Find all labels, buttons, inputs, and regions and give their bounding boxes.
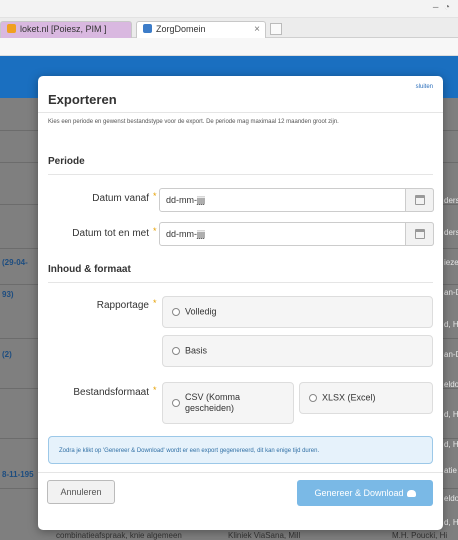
calendar-icon — [415, 195, 425, 205]
tab-zorgdomein[interactable]: ZorgDomein × — [136, 21, 266, 38]
browser-titlebar: – ◔ — [0, 0, 458, 18]
background-cell: ders — [444, 228, 458, 237]
required-mark: * — [153, 385, 157, 395]
format-option-xlsx[interactable]: XLSX (Excel) — [299, 382, 433, 414]
browser-tabbar: loket.nl [Poiesz, PIM ] ZorgDomein × — [0, 18, 458, 38]
date-from-calendar-button[interactable] — [405, 188, 434, 212]
rapportage-option-volledig[interactable]: Volledig — [162, 296, 433, 328]
export-modal: sluiten Exporteren Kies een periode en g… — [38, 76, 443, 530]
section-divider — [48, 174, 433, 175]
required-mark: * — [153, 298, 157, 308]
section-periode-title: Periode — [48, 156, 85, 167]
background-cell: d, Hi — [444, 440, 458, 449]
background-cell: 93) — [2, 290, 14, 299]
cloud-download-icon — [406, 490, 416, 497]
date-from-input[interactable] — [159, 188, 434, 212]
option-label: Volledig — [185, 306, 217, 317]
tab-zorgdomein-label: ZorgDomein — [156, 24, 206, 34]
background-cell: ieze — [444, 258, 458, 267]
required-mark: * — [153, 191, 157, 201]
title-divider — [38, 112, 443, 113]
rapportage-label: Rapportage — [96, 300, 149, 311]
close-link[interactable]: sluiten — [416, 84, 433, 90]
required-mark: * — [153, 226, 157, 236]
background-cell: an-D — [444, 350, 458, 359]
background-cell: M.H. Poucki, Hi — [392, 531, 448, 540]
tab-loket[interactable]: loket.nl [Poiesz, PIM ] — [0, 21, 132, 38]
date-to-input[interactable] — [159, 222, 434, 246]
intro-text: Kies een periode en gewenst bestandstype… — [48, 119, 339, 125]
radio-icon[interactable] — [172, 347, 180, 355]
radio-icon[interactable] — [309, 394, 317, 402]
generate-button-label: Genereer & Download — [314, 488, 404, 498]
option-label: Basis — [185, 345, 208, 356]
background-cell: atie — [444, 466, 457, 475]
window-controls-icon[interactable]: – ◔ — [433, 2, 450, 13]
format-label: Bestandsformaat — [73, 387, 149, 398]
option-label: XLSX (Excel) — [322, 392, 376, 403]
format-option-csv[interactable]: CSV (Komma gescheiden) — [162, 382, 294, 424]
cancel-button[interactable]: Annuleren — [47, 480, 115, 504]
generate-download-button[interactable]: Genereer & Download — [297, 480, 433, 506]
background-cell: 8-11-195 — [2, 470, 34, 479]
background-cell: Kliniek ViaSana, Mill — [228, 531, 301, 540]
background-cell: combinatieafspraak, knie algemeen — [56, 531, 182, 540]
background-cell: d, Hi — [444, 518, 458, 527]
section-inhoud-title: Inhoud & formaat — [48, 264, 131, 275]
background-cell: eldo — [444, 494, 458, 503]
background-cell: eldo — [444, 380, 458, 389]
background-cell: d, Hi — [444, 320, 458, 329]
background-cell: an-D — [444, 288, 458, 297]
date-to-label: Datum tot en met — [72, 228, 149, 239]
date-from-label: Datum vanaf — [92, 193, 149, 204]
tab-loket-label: loket.nl [Poiesz, PIM ] — [20, 24, 107, 34]
modal-title: Exporteren — [48, 92, 117, 107]
date-to-calendar-button[interactable] — [405, 222, 434, 246]
option-label: CSV (Komma gescheiden) — [185, 392, 241, 413]
radio-icon[interactable] — [172, 399, 180, 407]
footer-divider — [38, 472, 443, 473]
background-cell: (2) — [2, 350, 12, 359]
info-alert: Zodra je klikt op 'Genereer & Download' … — [48, 436, 433, 464]
section-divider — [48, 282, 433, 283]
zorgdomein-favicon-icon — [143, 24, 152, 33]
calendar-icon — [415, 229, 425, 239]
radio-icon[interactable] — [172, 308, 180, 316]
rapportage-option-basis[interactable]: Basis — [162, 335, 433, 367]
cancel-button-label: Annuleren — [60, 487, 102, 497]
tab-close-icon[interactable]: × — [254, 22, 260, 37]
background-cell: ders — [444, 196, 458, 205]
background-cell: (29-04- — [2, 258, 28, 267]
new-tab-icon[interactable] — [270, 23, 282, 35]
loket-favicon-icon — [7, 24, 16, 33]
background-cell: d, Hi — [444, 410, 458, 419]
browser-toolbar — [0, 38, 458, 56]
